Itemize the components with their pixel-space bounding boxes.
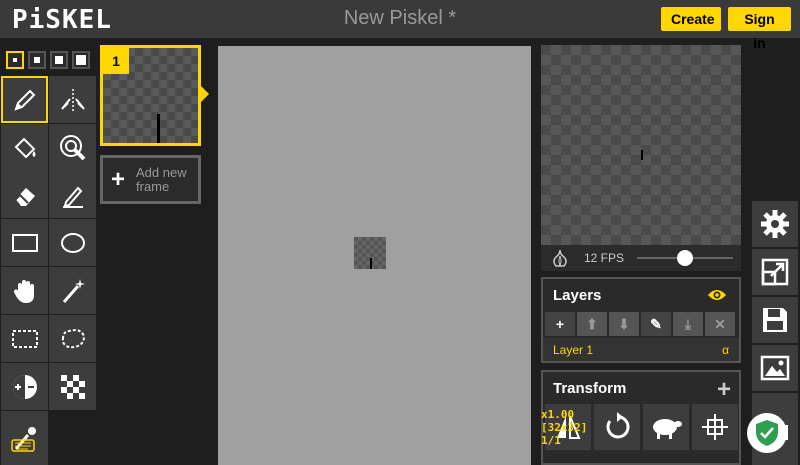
mirror-pen-icon [60,88,85,111]
rectangle-tool[interactable] [1,219,48,266]
layers-title: Layers [553,287,602,304]
rectangle-select-icon [11,329,38,348]
sign-in-button[interactable]: Sign in [728,7,791,51]
sprite-canvas[interactable] [354,237,386,269]
selected-frame-arrow [201,86,209,102]
pencil-icon: ✎ [650,315,662,332]
floppy-disk-icon [763,308,787,332]
plus-icon: + [555,316,565,332]
delete-layer-button[interactable]: ✕ [705,312,735,336]
export-button[interactable] [752,345,798,391]
merge-icon: ⤓ [684,315,692,332]
move-layer-down-button[interactable]: ⬇ [609,312,639,336]
pencil-icon [13,89,35,111]
arrow-up-icon: ⬆ [586,315,598,332]
sheep-icon [653,419,682,439]
rectangle-icon [11,233,38,252]
drawn-pixels [370,258,372,269]
add-layer-button[interactable]: + [545,312,575,336]
lasso-icon [61,328,85,348]
rename-layer-button[interactable]: ✎ [641,312,671,336]
drawing-canvas-area[interactable] [218,46,531,465]
add-frame-label: Add new frame [136,165,187,194]
mirror-pen-tool[interactable] [49,76,96,123]
magic-wand-icon [62,278,85,303]
save-button[interactable] [752,297,798,343]
canvas-size: [32x32] [541,421,588,434]
layer-item[interactable]: Layer 1 α [543,338,739,361]
pen-size-3[interactable] [50,51,68,69]
frame-stroke [157,114,160,143]
circle-icon [60,232,85,253]
merge-layer-button[interactable]: ⤓ [673,312,703,336]
layers-panel: Layers + ⬆ ⬇ ✎ ⤓ ✕ Layer 1 α [541,277,741,363]
layer-opacity[interactable]: α [722,343,729,357]
move-layer-up-button[interactable]: ⬆ [577,312,607,336]
add-frame-button[interactable]: + Add new frame [100,155,201,204]
magic-wand-tool[interactable] [49,267,96,314]
paint-bucket-tool[interactable] [1,124,48,171]
fps-slider-knob[interactable] [677,250,693,266]
eyedropper-icon [10,427,36,452]
dithering-tool[interactable] [49,363,96,410]
close-icon: ✕ [714,315,726,332]
stroke-pen-icon [62,186,83,208]
create-button[interactable]: Create [661,7,721,31]
frame-thumbnail[interactable]: 1 [100,45,201,146]
align-center-icon [702,414,728,440]
paint-bucket-icon [14,137,35,158]
eraser-icon [13,187,35,207]
canvas-status: x1.00 [32x32] 1/1 [541,408,587,447]
rectangle-select-tool[interactable] [1,315,48,362]
plus-icon: + [111,166,126,193]
fps-control-bar: 12 FPS [541,245,741,271]
pen-tool[interactable] [1,76,48,123]
pen-size-2[interactable] [28,51,46,69]
preview-stroke [641,150,643,160]
expand-plus-icon[interactable]: + [717,376,731,404]
paint-all-similar-tool[interactable] [49,124,96,171]
top-bar: PiSKEL New Piskel * Create Sign in [0,0,800,51]
shield-check-icon [756,420,778,446]
target-hand-icon [59,134,85,160]
arrow-down-icon: ⬇ [618,315,630,332]
center-button[interactable] [692,404,738,450]
move-tool[interactable] [1,267,48,314]
frame-counter: 1/1 [541,434,561,447]
onion-skin-icon[interactable] [548,248,572,268]
resize-icon [761,258,789,286]
rotate-icon [606,412,630,439]
security-shield-badge[interactable] [747,413,787,453]
animation-preview [541,45,741,245]
frame-number: 1 [103,48,129,74]
lighten-darken-icon [12,374,37,399]
zoom-level: x1.00 [541,408,575,421]
gear-icon [761,210,789,238]
pen-size-4[interactable] [72,51,90,69]
color-picker-tool[interactable] [1,411,48,465]
fps-label: 12 FPS [584,251,625,265]
settings-button[interactable] [752,201,798,247]
hand-icon [13,279,34,303]
lighten-tool[interactable] [1,363,48,410]
eye-icon[interactable] [707,288,727,302]
circle-tool[interactable] [49,219,96,266]
checkerboard-icon [60,374,85,399]
clone-button[interactable] [643,404,689,450]
lasso-select-tool[interactable] [49,315,96,362]
image-icon [760,355,790,381]
pen-size-1[interactable] [6,51,24,69]
rotate-button[interactable] [594,404,640,450]
resize-button[interactable] [752,249,798,295]
layer-name: Layer 1 [553,343,594,357]
transform-title: Transform [553,380,627,397]
eraser-tool[interactable] [1,171,48,218]
stroke-tool[interactable] [49,171,96,218]
